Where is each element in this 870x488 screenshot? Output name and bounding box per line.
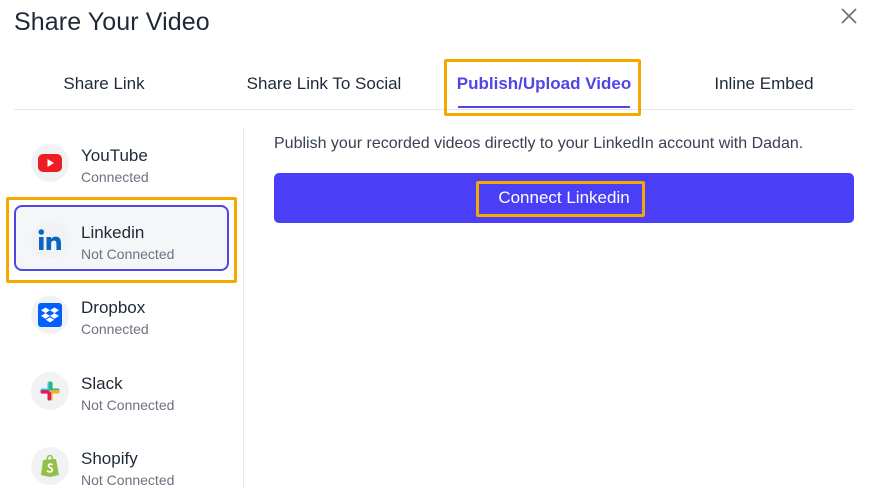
close-icon[interactable] <box>838 5 860 27</box>
tab-publish-upload-video[interactable]: Publish/Upload Video <box>446 62 642 108</box>
connect-linkedin-label: Connect Linkedin <box>498 188 630 207</box>
linkedin-icon <box>31 221 69 259</box>
publish-description: Publish your recorded videos directly to… <box>274 135 804 152</box>
tab-label: Share Link <box>63 74 145 93</box>
sidebar-item-name: Linkedin <box>81 223 145 242</box>
dropbox-icon <box>31 296 69 334</box>
sidebar-item-name: Dropbox <box>81 298 146 317</box>
sidebar-item-status: Connected <box>81 321 149 337</box>
tab-label: Share Link To Social <box>246 74 402 93</box>
sidebar-item-linkedin[interactable]: Linkedin Not Connected <box>14 205 229 271</box>
tab-label: Publish/Upload Video <box>456 74 632 93</box>
sidebar-item-status: Not Connected <box>81 472 175 488</box>
tab-label: Inline Embed <box>714 74 814 93</box>
sidebar-item-shopify[interactable]: Shopify Not Connected <box>14 431 229 488</box>
sidebar-item-name: YouTube <box>81 146 148 165</box>
sidebar-item-youtube[interactable]: YouTube Connected <box>14 128 229 194</box>
tab-share-link[interactable]: Share Link <box>14 62 194 106</box>
connect-linkedin-button[interactable]: Connect Linkedin <box>274 173 854 223</box>
sidebar-item-name: Shopify <box>81 449 138 468</box>
integration-sidebar: YouTube Connected Linkedin Not Connected <box>0 128 244 488</box>
sidebar-item-dropbox[interactable]: Dropbox Connected <box>14 280 229 346</box>
sidebar-item-status: Not Connected <box>81 397 175 413</box>
tab-bar: Share Link Share Link To Social Publish/… <box>14 62 854 110</box>
dialog-title: Share Your Video <box>14 8 210 36</box>
tab-inline-embed[interactable]: Inline Embed <box>674 62 854 106</box>
sidebar-item-status: Connected <box>81 169 149 185</box>
sidebar-item-slack[interactable]: Slack Not Connected <box>14 356 229 422</box>
shopify-icon <box>31 447 69 485</box>
sidebar-item-name: Slack <box>81 374 123 393</box>
tab-share-link-to-social[interactable]: Share Link To Social <box>224 62 424 106</box>
youtube-icon <box>31 144 69 182</box>
slack-icon <box>31 372 69 410</box>
sidebar-item-status: Not Connected <box>81 246 175 262</box>
active-tab-indicator <box>458 106 630 108</box>
